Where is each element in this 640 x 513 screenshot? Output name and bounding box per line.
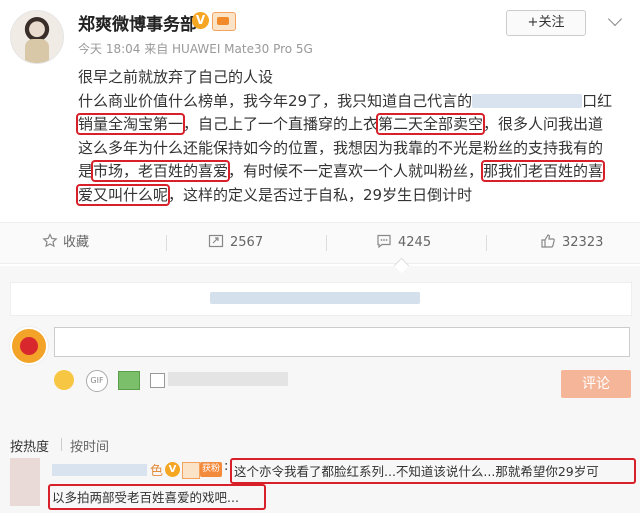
post-line: 爱又叫什么呢，这样的定义是否过于自私，29岁生日倒计时 [75, 183, 638, 208]
post-text: ，很多人问我出道 [483, 115, 604, 133]
member-badge-icon [182, 462, 200, 479]
sort-divider [61, 438, 62, 451]
post-line: 这么多年为什么还能保持如今的位置，我想因为我靠的不光是粉丝的支持我有的 [78, 138, 604, 157]
repost-checkbox[interactable] [150, 373, 165, 388]
colon: : [224, 459, 229, 474]
username[interactable]: 郑爽微博事务部 [78, 10, 197, 35]
post-text: ，自己上了一个直播穿的上衣 [183, 115, 379, 133]
like-button[interactable]: 32323 [540, 223, 603, 263]
verified-badge-icon: V [192, 12, 209, 29]
blurred-text [472, 94, 583, 108]
highlighted-text: 那我们老百姓的喜 [481, 160, 606, 182]
action-bar: 收藏 2567 4245 32323 [0, 222, 640, 264]
member-badge-icon [212, 12, 236, 31]
favorite-button[interactable]: 收藏 [42, 223, 89, 263]
repost-button[interactable]: 2567 [208, 223, 263, 263]
highlighted-text: 第二天全部卖空 [376, 113, 486, 135]
blurred-text [210, 292, 420, 304]
post-text: ，这样的定义是否过于自私，29岁生日倒计时 [168, 185, 473, 204]
commenter-name[interactable]: 色 [150, 460, 163, 479]
submit-comment-button[interactable]: 评论 [561, 370, 631, 398]
star-icon [42, 233, 58, 248]
highlighted-text: 市场，老百姓的喜爱 [91, 160, 231, 182]
favorite-label: 收藏 [63, 235, 90, 250]
post-text: ，有时候不一定喜欢一个人就叫粉丝， [228, 162, 484, 180]
post-line: 什么商业价值什么榜单，我今年29了，我只知道自己代言的 口红 [78, 90, 638, 114]
commenter-avatar[interactable] [10, 458, 40, 506]
post-text: 口红 [582, 91, 613, 110]
fan-badge: 获粉 [200, 462, 223, 477]
blurred-username [52, 464, 147, 476]
comment-button[interactable]: 4245 [376, 223, 431, 263]
emoji-icon[interactable] [54, 370, 74, 390]
avatar[interactable] [10, 10, 64, 64]
sort-by-time[interactable]: 按时间 [70, 436, 109, 455]
gif-icon[interactable]: GIF [86, 370, 108, 392]
comment-icon [377, 234, 391, 249]
sort-by-hot[interactable]: 按热度 [10, 436, 49, 455]
post-line: 很早之前就放弃了自己的人设 [78, 68, 274, 86]
image-icon[interactable] [118, 371, 140, 390]
post-meta: 今天 18:04 来自 HUAWEI Mate30 Pro 5G [78, 42, 313, 56]
comment-text: 以多拍两部受老百姓喜爱的戏吧... [52, 490, 239, 505]
highlighted-text: 销量全淘宝第一 [75, 113, 186, 135]
chevron-down-icon[interactable] [607, 11, 623, 27]
post-text: 是 [78, 162, 94, 180]
post-line: 是市场，老百姓的喜爱，有时候不一定喜欢一个人就叫粉丝，那我们老百姓的喜 [78, 160, 638, 184]
blurred-checkbox-label [168, 372, 288, 386]
comment-text: 这个亦令我看了都脸红系列...不知道该说什么...那就希望你29岁可 [234, 464, 599, 479]
post-text: 什么商业价值什么榜单，我今年29了，我只知道自己代言的 [78, 91, 473, 110]
like-count: 32323 [562, 235, 604, 250]
post-line: 销量全淘宝第一，自己上了一个直播穿的上衣第二天全部卖空，很多人问我出道 [75, 113, 638, 137]
thumbs-up-icon [541, 234, 555, 248]
verified-badge-icon: V [165, 462, 180, 477]
repost-icon [208, 234, 224, 248]
comment-count: 4245 [398, 235, 432, 250]
repost-count: 2567 [230, 235, 264, 250]
comment-input[interactable] [54, 327, 630, 357]
my-avatar[interactable] [10, 327, 48, 365]
highlighted-text: 爱又叫什么呢 [75, 183, 171, 206]
post-body: 很早之前就放弃了自己的人设 什么商业价值什么榜单，我今年29了，我只知道自己代言… [75, 66, 638, 208]
follow-button[interactable]: +关注 [506, 10, 586, 36]
